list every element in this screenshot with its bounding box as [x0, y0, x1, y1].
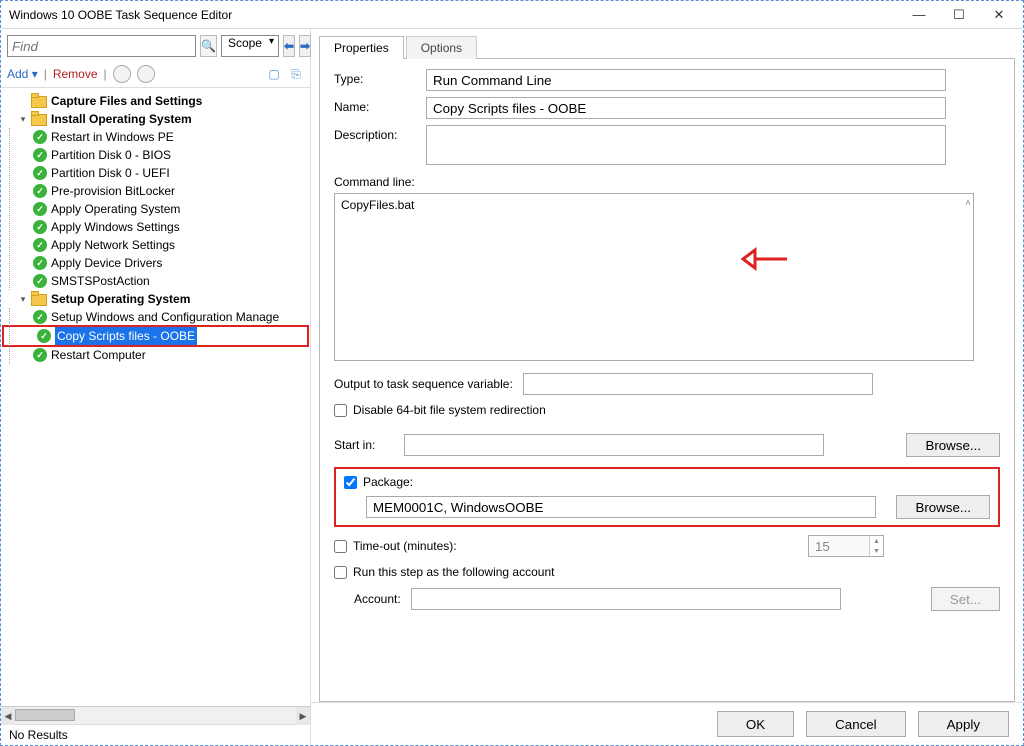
disable-64bit-checkbox[interactable]	[334, 404, 347, 417]
cancel-button[interactable]: Cancel	[806, 711, 906, 737]
titlebar: Windows 10 OOBE Task Sequence Editor — ☐…	[1, 1, 1023, 29]
check-icon: ✓	[33, 274, 47, 288]
search-icon[interactable]: 🔍	[200, 35, 217, 57]
remove-button[interactable]: Remove	[53, 67, 98, 81]
disable-64bit-label: Disable 64-bit file system redirection	[353, 403, 546, 417]
tab-options[interactable]: Options	[406, 36, 477, 59]
circle-button-2[interactable]	[137, 65, 155, 83]
scroll-thumb[interactable]	[15, 709, 75, 721]
chevron-down-icon: ▾	[17, 110, 29, 128]
check-icon: ✓	[33, 166, 47, 180]
tab-properties[interactable]: Properties	[319, 36, 404, 59]
account-label: Account:	[354, 592, 401, 606]
status-no-results: No Results	[1, 724, 310, 745]
tool-icon-2[interactable]: ⎘	[288, 66, 304, 82]
step-apply-win-settings[interactable]: ✓Apply Windows Settings	[3, 218, 308, 236]
ok-button[interactable]: OK	[717, 711, 794, 737]
nav-prev-button[interactable]: ⬅	[283, 35, 295, 57]
step-apply-os[interactable]: ✓Apply Operating System	[3, 200, 308, 218]
check-icon: ✓	[33, 184, 47, 198]
name-label: Name:	[334, 97, 426, 114]
scroll-left-icon[interactable]: ◀	[1, 707, 15, 725]
step-setup-win-cm[interactable]: ✓Setup Windows and Configuration Manage	[3, 308, 308, 326]
group-capture[interactable]: Capture Files and Settings	[3, 92, 308, 110]
step-apply-net-settings[interactable]: ✓Apply Network Settings	[3, 236, 308, 254]
chevron-down-icon: ▾	[17, 290, 29, 308]
check-icon: ✓	[33, 202, 47, 216]
check-icon: ✓	[33, 130, 47, 144]
step-restart-pe[interactable]: ✓Restart in Windows PE	[3, 128, 308, 146]
description-field[interactable]	[426, 125, 946, 165]
timeout-value	[809, 536, 869, 556]
nav-next-button[interactable]: ➡	[299, 35, 311, 57]
folder-icon	[31, 292, 47, 306]
tree-hscrollbar[interactable]: ◀ ▶	[1, 706, 310, 724]
output-label: Output to task sequence variable:	[334, 377, 513, 391]
package-browse-button[interactable]: Browse...	[896, 495, 990, 519]
folder-icon	[31, 112, 47, 126]
timeout-label: Time-out (minutes):	[353, 539, 457, 553]
folder-icon	[31, 94, 47, 108]
check-icon: ✓	[33, 348, 47, 362]
package-group: Package: Browse...	[334, 467, 1000, 527]
scroll-right-icon[interactable]: ▶	[296, 707, 310, 725]
type-field	[426, 69, 946, 91]
step-down-icon[interactable]: ▼	[870, 546, 883, 556]
add-button[interactable]: Add ▾	[7, 67, 38, 81]
startin-label: Start in:	[334, 438, 394, 452]
check-icon: ✓	[33, 310, 47, 324]
startin-field[interactable]	[404, 434, 824, 456]
package-field[interactable]	[366, 496, 876, 518]
step-up-icon[interactable]: ▲	[870, 536, 883, 546]
maximize-button[interactable]: ☐	[939, 3, 979, 27]
timeout-stepper[interactable]: ▲▼	[808, 535, 884, 557]
command-line-field[interactable]: CopyFiles.bat ˄	[334, 193, 974, 361]
annotation-arrow-icon	[741, 246, 789, 272]
account-field	[411, 588, 841, 610]
package-label: Package:	[363, 475, 413, 489]
task-tree[interactable]: Capture Files and Settings ▾ Install Ope…	[1, 88, 310, 706]
step-apply-drivers[interactable]: ✓Apply Device Drivers	[3, 254, 308, 272]
group-install[interactable]: ▾ Install Operating System	[3, 110, 308, 128]
check-icon: ✓	[37, 329, 51, 343]
cmd-label: Command line:	[334, 175, 1000, 189]
close-button[interactable]: ✕	[979, 3, 1019, 27]
step-partition-bios[interactable]: ✓Partition Disk 0 - BIOS	[3, 146, 308, 164]
output-variable-field[interactable]	[523, 373, 873, 395]
timeout-checkbox[interactable]	[334, 540, 347, 553]
check-icon: ✓	[33, 148, 47, 162]
scroll-up-icon[interactable]: ˄	[965, 198, 971, 209]
step-restart-computer[interactable]: ✓Restart Computer	[3, 346, 308, 364]
check-icon: ✓	[33, 256, 47, 270]
name-field[interactable]	[426, 97, 946, 119]
minimize-button[interactable]: —	[899, 3, 939, 27]
scope-dropdown[interactable]: Scope	[221, 35, 279, 57]
package-checkbox[interactable]	[344, 476, 357, 489]
circle-button-1[interactable]	[113, 65, 131, 83]
find-input[interactable]	[7, 35, 196, 57]
runas-label: Run this step as the following account	[353, 565, 554, 579]
apply-button[interactable]: Apply	[918, 711, 1009, 737]
set-account-button: Set...	[931, 587, 1000, 611]
check-icon: ✓	[33, 220, 47, 234]
step-smsts-postaction[interactable]: ✓SMSTSPostAction	[3, 272, 308, 290]
window-title: Windows 10 OOBE Task Sequence Editor	[9, 8, 232, 22]
step-partition-uefi[interactable]: ✓Partition Disk 0 - UEFI	[3, 164, 308, 182]
tool-icon-1[interactable]: ▢	[266, 66, 282, 82]
runas-checkbox[interactable]	[334, 566, 347, 579]
group-setup[interactable]: ▾ Setup Operating System	[3, 290, 308, 308]
startin-browse-button[interactable]: Browse...	[906, 433, 1000, 457]
check-icon: ✓	[33, 238, 47, 252]
type-label: Type:	[334, 69, 426, 86]
step-copy-scripts-oobe[interactable]: ✓Copy Scripts files - OOBE	[7, 327, 308, 345]
desc-label: Description:	[334, 125, 426, 142]
step-preprov-bitlocker[interactable]: ✓Pre-provision BitLocker	[3, 182, 308, 200]
